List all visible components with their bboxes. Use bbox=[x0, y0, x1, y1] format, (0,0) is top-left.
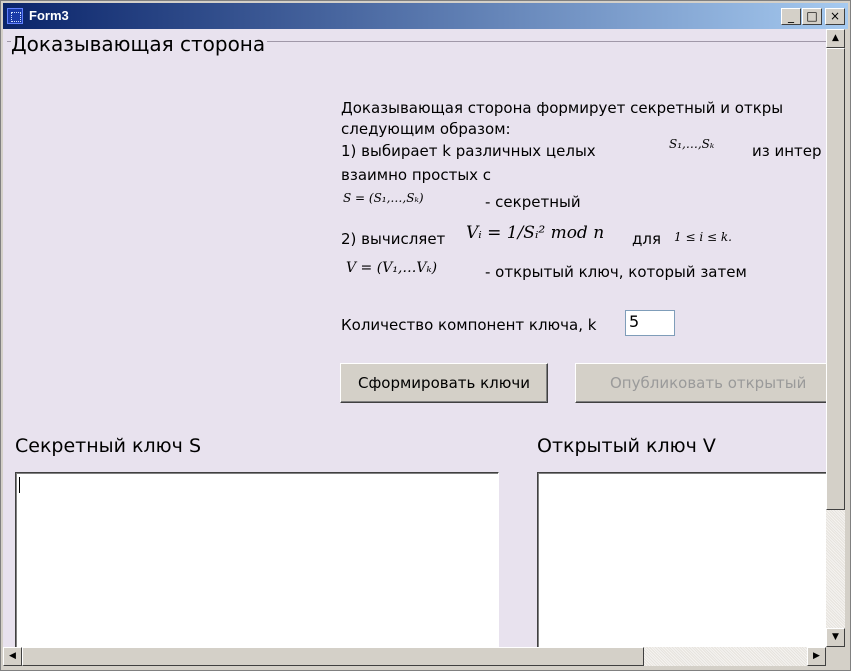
formula-v-i: Vᵢ = 1/Sᵢ² mod n bbox=[466, 223, 605, 243]
publish-public-key-button[interactable]: Опубликовать открытый bbox=[575, 363, 826, 403]
description-for: для bbox=[632, 230, 661, 248]
formula-secret-key: S = (S₁,…,Sₖ) bbox=[343, 191, 424, 205]
app-icon[interactable] bbox=[7, 8, 23, 24]
formula-public-key: V = (V₁,…Vₖ) bbox=[346, 260, 438, 276]
title-bar[interactable]: Form3 _ □ × bbox=[3, 3, 848, 29]
scroll-right-button[interactable]: ▶ bbox=[807, 647, 826, 666]
public-key-header: Открытый ключ V bbox=[537, 435, 716, 457]
description-line-3: 1) выбирает k различных целых bbox=[341, 142, 596, 160]
secret-key-memo[interactable] bbox=[15, 472, 499, 647]
scroll-left-button[interactable]: ◀ bbox=[3, 647, 22, 666]
public-key-caption: - открытый ключ, который затем bbox=[485, 263, 747, 281]
form-client-area: Доказывающая сторона Доказывающая сторон… bbox=[3, 29, 826, 647]
window-title: Form3 bbox=[29, 8, 69, 23]
text-caret bbox=[19, 477, 20, 493]
description-line-2: следующим образом: bbox=[341, 120, 511, 138]
scroll-down-button[interactable]: ▼ bbox=[826, 628, 845, 647]
key-count-label: Количество компонент ключа, k bbox=[341, 316, 597, 334]
vertical-scroll-thumb[interactable] bbox=[826, 48, 845, 510]
key-count-input[interactable]: 5 bbox=[625, 310, 675, 336]
generate-keys-button[interactable]: Сформировать ключи bbox=[340, 363, 548, 403]
description-line-4: взаимно простых с bbox=[341, 166, 492, 184]
horizontal-scrollbar[interactable]: ◀ ▶ bbox=[3, 647, 826, 666]
formula-s-range: S₁,…,Sₖ bbox=[669, 137, 715, 151]
group-title: Доказывающая сторона bbox=[11, 32, 268, 56]
horizontal-scroll-thumb[interactable] bbox=[22, 647, 644, 666]
public-key-memo[interactable] bbox=[537, 472, 826, 647]
formula-index-range: 1 ≤ i ≤ k. bbox=[674, 230, 732, 244]
vertical-scrollbar[interactable]: ▲ ▼ bbox=[826, 29, 845, 647]
secret-key-header: Секретный ключ S bbox=[15, 435, 202, 457]
minimize-button[interactable]: _ bbox=[781, 8, 801, 25]
description-line-3-tail: из интер bbox=[752, 142, 822, 160]
description-line-1: Доказывающая сторона формирует секретный… bbox=[341, 99, 784, 117]
description-step-2: 2) вычисляет bbox=[341, 230, 446, 248]
secret-key-caption: - секретный bbox=[485, 193, 581, 211]
size-grip[interactable] bbox=[826, 647, 845, 666]
close-button[interactable]: × bbox=[825, 8, 845, 25]
maximize-button[interactable]: □ bbox=[802, 8, 822, 25]
scroll-up-button[interactable]: ▲ bbox=[826, 29, 845, 48]
app-window: Form3 _ □ × Доказывающая сторона Доказыв… bbox=[0, 0, 851, 671]
